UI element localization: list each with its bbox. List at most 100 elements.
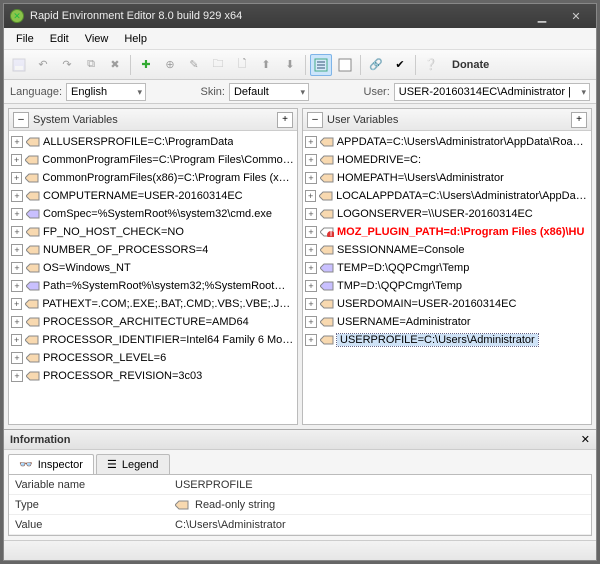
tree-expand-icon[interactable]: +: [305, 208, 317, 220]
tool-undo-icon[interactable]: ↶: [32, 54, 54, 76]
variable-row[interactable]: +TMP=D:\QQPCmgr\Temp: [303, 277, 591, 295]
tree-expand-icon[interactable]: +: [11, 280, 23, 292]
variable-row[interactable]: +OS=Windows_NT: [9, 259, 297, 277]
tag-icon: [320, 263, 334, 273]
menu-edit[interactable]: Edit: [42, 31, 77, 47]
tree-expand-icon[interactable]: +: [305, 172, 317, 184]
tool-add-var-icon[interactable]: ✚: [135, 54, 157, 76]
tree-expand-icon[interactable]: +: [11, 226, 23, 238]
variable-row[interactable]: +HOMEDRIVE=C:: [303, 151, 591, 169]
menu-view[interactable]: View: [77, 31, 117, 47]
tool-insert-file-icon[interactable]: 🗋: [231, 54, 253, 76]
variable-row[interactable]: + LOCALAPPDATA=C:\Users\Administrator\App…: [303, 187, 591, 205]
tool-copy-icon[interactable]: ⧉: [80, 54, 102, 76]
tool-delete-icon[interactable]: ✖: [104, 54, 126, 76]
expand-all-icon[interactable]: +: [277, 112, 293, 128]
tree-expand-icon[interactable]: +: [305, 316, 317, 328]
variable-row[interactable]: +USERDOMAIN=USER-20160314EC: [303, 295, 591, 313]
tool-help-icon[interactable]: ❔: [420, 54, 442, 76]
tree-expand-icon[interactable]: +: [305, 262, 317, 274]
tree-expand-icon[interactable]: +: [305, 190, 316, 202]
tree-expand-icon[interactable]: +: [11, 316, 23, 328]
user-tree[interactable]: +APPDATA=C:\Users\Administrator\AppData\…: [303, 131, 591, 424]
variable-row[interactable]: + SESSIONNAME=Console: [303, 241, 591, 259]
variable-label: USERNAME=Administrator: [337, 316, 471, 328]
tool-redo-icon[interactable]: ↷: [56, 54, 78, 76]
user-select[interactable]: USER-20160314EC\Administrator |: [394, 83, 590, 101]
variable-label: PROCESSOR_REVISION=3c03: [43, 370, 202, 382]
language-select[interactable]: English: [66, 83, 146, 101]
system-tree[interactable]: +ALLUSERSPROFILE=C:\ProgramData+CommonPr…: [9, 131, 297, 424]
collapse-all-icon[interactable]: –: [307, 112, 323, 128]
tool-view-list-icon[interactable]: [334, 54, 356, 76]
tree-expand-icon[interactable]: +: [11, 208, 23, 220]
tool-add-value-icon[interactable]: ⊕: [159, 54, 181, 76]
system-variables-pane: – System Variables + +ALLUSERSPROFILE=C:…: [8, 108, 298, 425]
user-variables-pane: – User Variables + +APPDATA=C:\Users\Adm…: [302, 108, 592, 425]
tree-expand-icon[interactable]: +: [11, 244, 23, 256]
variable-row[interactable]: +ComSpec=%SystemRoot%\system32\cmd.exe: [9, 205, 297, 223]
tool-edit-icon[interactable]: ✎: [183, 54, 205, 76]
tree-expand-icon[interactable]: +: [305, 244, 317, 256]
variable-row[interactable]: +!MOZ_PLUGIN_PATH=d:\Program Files (x86)…: [303, 223, 591, 241]
tool-move-up-icon[interactable]: ⬆: [255, 54, 277, 76]
tool-view-tree-icon[interactable]: [310, 54, 332, 76]
tree-expand-icon[interactable]: +: [11, 154, 22, 166]
tree-expand-icon[interactable]: +: [305, 226, 317, 238]
tree-expand-icon[interactable]: +: [11, 172, 22, 184]
variable-row[interactable]: +CommonProgramFiles(x86)=C:\Program File…: [9, 169, 297, 187]
tool-refresh-icon[interactable]: 🔗: [365, 54, 387, 76]
variable-row[interactable]: +CommonProgramFiles=C:\Program Files\Com…: [9, 151, 297, 169]
tree-expand-icon[interactable]: +: [11, 136, 23, 148]
variable-row[interactable]: +PROCESSOR_LEVEL=6: [9, 349, 297, 367]
tree-expand-icon[interactable]: +: [305, 280, 317, 292]
donate-button[interactable]: Donate: [444, 57, 497, 73]
variable-row[interactable]: +PROCESSOR_IDENTIFIER=Intel64 Family 6 M…: [9, 331, 297, 349]
tree-expand-icon[interactable]: +: [11, 298, 22, 310]
tree-expand-icon[interactable]: +: [11, 334, 22, 346]
expand-all-icon[interactable]: +: [571, 112, 587, 128]
tree-expand-icon[interactable]: +: [305, 298, 317, 310]
tag-icon: [320, 281, 334, 291]
tool-save-icon[interactable]: [8, 54, 30, 76]
variable-row[interactable]: +FP_NO_HOST_CHECK=NO: [9, 223, 297, 241]
tree-expand-icon[interactable]: +: [11, 352, 23, 364]
tool-check-icon[interactable]: ✔: [389, 54, 411, 76]
variable-row[interactable]: + USERNAME=Administrator: [303, 313, 591, 331]
variable-row[interactable]: +ALLUSERSPROFILE=C:\ProgramData: [9, 133, 297, 151]
tree-expand-icon[interactable]: +: [11, 370, 23, 382]
menu-file[interactable]: File: [8, 31, 42, 47]
minimize-button[interactable]: ▁: [528, 8, 556, 24]
tool-insert-dir-icon[interactable]: 🗀: [207, 54, 229, 76]
variable-row[interactable]: + PROCESSOR_REVISION=3c03: [9, 367, 297, 385]
tab-inspector[interactable]: 👓 Inspector: [8, 454, 94, 474]
tab-legend[interactable]: ☰ Legend: [96, 454, 170, 474]
variable-row[interactable]: +APPDATA=C:\Users\Administrator\AppData\…: [303, 133, 591, 151]
variable-row[interactable]: +PROCESSOR_ARCHITECTURE=AMD64: [9, 313, 297, 331]
variable-label: LOCALAPPDATA=C:\Users\Administrator\AppD…: [336, 190, 589, 202]
tree-expand-icon[interactable]: +: [11, 190, 23, 202]
tag-icon: !: [320, 227, 334, 237]
info-close-icon[interactable]: ✕: [581, 433, 590, 446]
variable-label: SESSIONNAME=Console: [337, 244, 464, 256]
skin-select[interactable]: Default: [229, 83, 309, 101]
tag-icon: [320, 209, 334, 219]
variable-row[interactable]: +LOGONSERVER=\\USER-20160314EC: [303, 205, 591, 223]
tree-expand-icon[interactable]: +: [305, 334, 317, 346]
menu-help[interactable]: Help: [116, 31, 155, 47]
variable-row[interactable]: +USERPROFILE=C:\Users\Administrator: [303, 331, 591, 349]
inspector-grid: Variable name USERPROFILE Type Read-only…: [8, 474, 592, 536]
close-button[interactable]: ✕: [562, 8, 590, 24]
collapse-all-icon[interactable]: –: [13, 112, 29, 128]
tree-expand-icon[interactable]: +: [11, 262, 23, 274]
variable-row[interactable]: +HOMEPATH=\Users\Administrator: [303, 169, 591, 187]
variable-row[interactable]: +NUMBER_OF_PROCESSORS=4: [9, 241, 297, 259]
tool-move-down-icon[interactable]: ⬇: [279, 54, 301, 76]
variable-row[interactable]: +TEMP=D:\QQPCmgr\Temp: [303, 259, 591, 277]
tag-icon: [26, 281, 40, 291]
tree-expand-icon[interactable]: +: [305, 154, 317, 166]
tree-expand-icon[interactable]: +: [305, 136, 317, 148]
variable-row[interactable]: +Path=%SystemRoot%\system32;%SystemRoot%…: [9, 277, 297, 295]
variable-row[interactable]: +COMPUTERNAME=USER-20160314EC: [9, 187, 297, 205]
variable-row[interactable]: +PATHEXT=.COM;.EXE;.BAT;.CMD;.VBS;.VBE;.…: [9, 295, 297, 313]
